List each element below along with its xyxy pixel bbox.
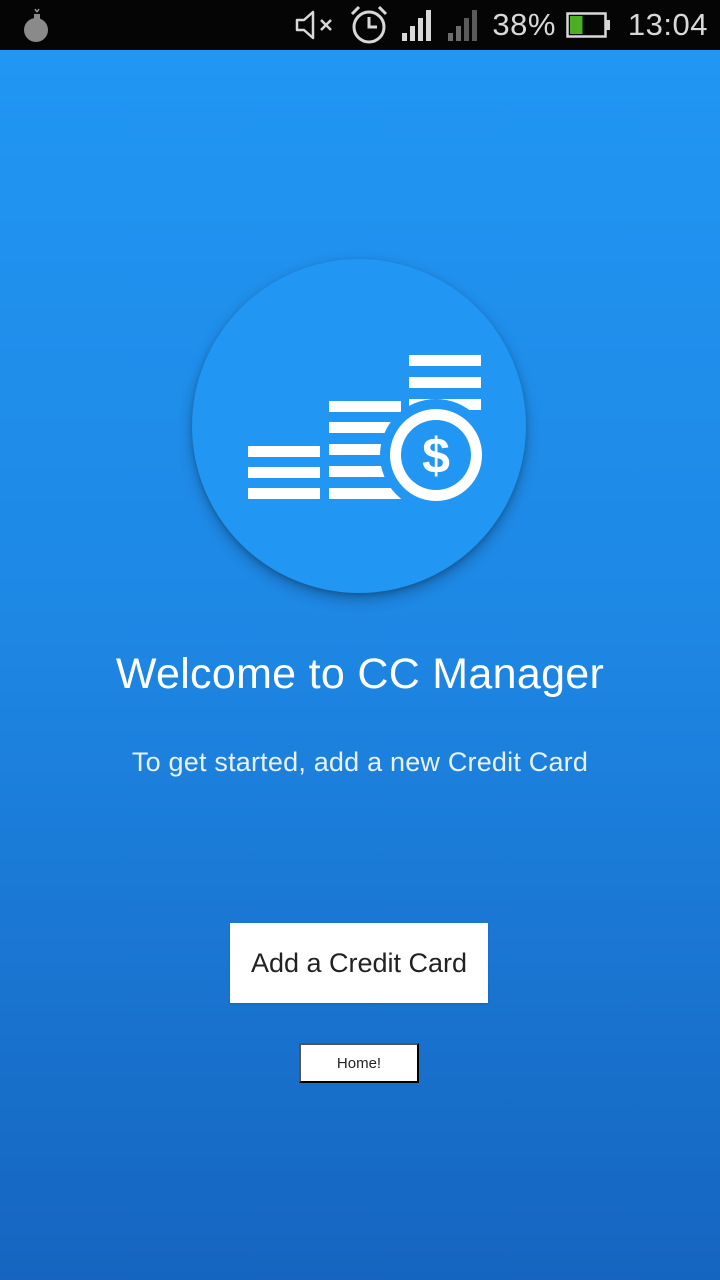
welcome-subtitle: To get started, add a new Credit Card [131,747,589,777]
home-button[interactable]: Home! [299,1043,419,1083]
battery-percent: 38% [492,7,556,42]
coins-dollar-icon: $ [248,355,492,511]
mute-icon [294,8,338,42]
status-icons: 38% 13:04 [294,0,708,50]
welcome-screen: $ Welcome to CC Manager To get started, … [0,50,720,1280]
alarm-icon [348,4,390,46]
battery-icon [566,12,612,38]
welcome-title: Welcome to CC Manager [115,650,605,698]
signal-icon [400,7,436,43]
add-credit-card-button[interactable]: Add a Credit Card [230,923,488,1003]
app-logo: $ [192,259,526,593]
clock: 13:04 [627,7,708,42]
battery-fill [569,16,583,34]
signal-weak-icon [446,7,482,43]
svg-text:$: $ [422,428,450,484]
notification-bomb-icon [20,8,52,44]
status-bar: 38% 13:04 [0,0,720,50]
